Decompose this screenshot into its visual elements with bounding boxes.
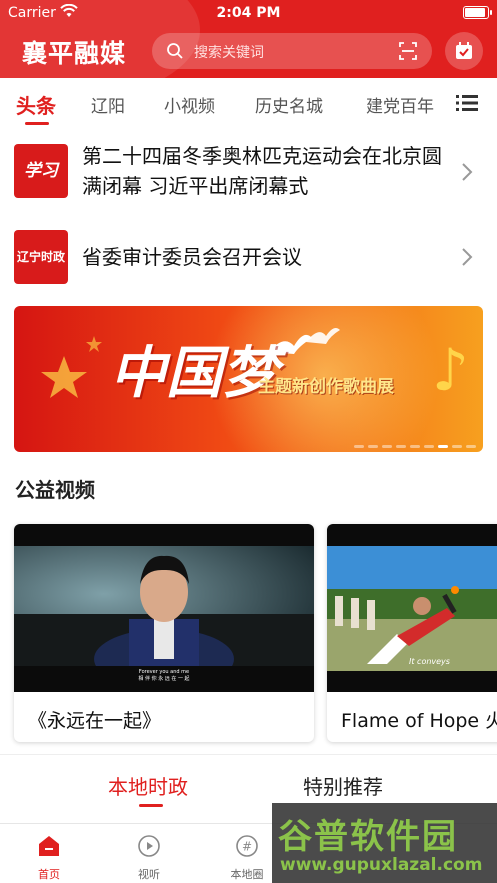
status-time: 2:04 PM: [216, 5, 281, 21]
tab-party-centenary[interactable]: 建党百年: [366, 92, 434, 117]
search-icon: [166, 42, 184, 64]
carousel-dot: [452, 445, 462, 448]
app-screen: Carrier 2:04 PM 襄平融媒 搜索关键词 头条 辽阳 小视频 历史名…: [0, 0, 497, 883]
carousel-dot: [396, 445, 406, 448]
status-bar: Carrier 2:04 PM: [0, 0, 497, 26]
tab-historic-city[interactable]: 历史名城: [255, 92, 323, 117]
music-note-icon: ♪: [432, 336, 470, 404]
flag-star-decoration: [41, 336, 102, 398]
watermark-logo: 谷普软件园 www.gupuxlazal.com: [272, 803, 497, 883]
news-title: 省委审计委员会召开会议: [82, 245, 302, 269]
carousel-dot: [438, 445, 448, 448]
home-icon: [37, 834, 61, 862]
news-item[interactable]: 辽宁时政 省委审计委员会召开会议: [0, 216, 497, 300]
tab-headlines[interactable]: 头条: [16, 90, 56, 119]
news-item[interactable]: 学习 第二十四届冬季奥林匹克运动会在北京圆满闭幕 习近平出席闭幕式: [0, 128, 497, 216]
carousel-dot: [382, 445, 392, 448]
news-title: 第二十四届冬季奥林匹克运动会在北京圆满闭幕 习近平出席闭幕式: [82, 144, 442, 198]
video-caption-line2: 相 伴 你 永 远 在 一 起: [138, 675, 189, 682]
calendar-check-button[interactable]: [445, 32, 483, 70]
video-title: 《永远在一起》: [28, 710, 162, 732]
promo-banner[interactable]: 中国梦 主题新创作歌曲展 ♪: [14, 306, 483, 452]
battery-icon: [463, 6, 492, 19]
carousel-dot: [368, 445, 378, 448]
video-card[interactable]: Forever you and me 相 伴 你 永 远 在 一 起 《永远在一…: [14, 524, 314, 742]
category-tabs: 头条 辽阳 小视频 历史名城 建党百年: [0, 78, 497, 128]
video-caption: It conveys: [409, 657, 450, 666]
scan-icon[interactable]: [398, 41, 418, 65]
chevron-right-icon: [460, 246, 474, 272]
carousel-dot: [410, 445, 420, 448]
active-tab-indicator: [139, 804, 163, 807]
app-logo: 襄平融媒: [22, 39, 127, 68]
banner-title: 中国梦: [110, 340, 278, 406]
tab-short-video[interactable]: 小视频: [164, 92, 215, 117]
section-title: 公益视频: [15, 478, 95, 502]
tabbar-media[interactable]: 视听: [114, 824, 184, 883]
tabbar-label: 首页: [38, 868, 60, 881]
channel-menu-icon[interactable]: [456, 94, 478, 116]
active-tab-indicator: [25, 122, 49, 125]
chevron-right-icon: [460, 161, 474, 187]
video-thumbnail: Forever you and me 相 伴 你 永 远 在 一 起: [14, 524, 314, 692]
news-thumbnail: 辽宁时政: [14, 230, 68, 284]
search-placeholder: 搜索关键词: [194, 45, 264, 61]
watermark-title: 谷普软件园: [278, 817, 458, 857]
play-circle-icon: [137, 834, 161, 862]
video-title: Flame of Hope 火: [341, 710, 497, 732]
carousel-dot: [466, 445, 476, 448]
banner-subtitle: 主题新创作歌曲展: [258, 377, 394, 397]
hashtag-icon: #: [235, 834, 259, 862]
search-bar[interactable]: 搜索关键词: [152, 33, 432, 69]
video-card[interactable]: It conveys Flame of Hope 火: [327, 524, 497, 742]
calendar-check-icon: [456, 42, 472, 59]
tabbar-label: 视听: [138, 868, 160, 881]
news-thumbnail: 学习: [14, 144, 68, 198]
tab-local-politics[interactable]: 本地时政: [108, 771, 188, 800]
carousel-dot: [424, 445, 434, 448]
svg-text:#: #: [242, 840, 252, 854]
app-header: Carrier 2:04 PM 襄平融媒 搜索关键词: [0, 0, 497, 78]
carousel-dot: [354, 445, 364, 448]
video-thumbnail: It conveys: [327, 524, 497, 692]
watermark-url: www.gupuxlazal.com: [280, 855, 483, 875]
tabbar-home[interactable]: 首页: [14, 824, 84, 883]
tab-special-recommend[interactable]: 特别推荐: [303, 771, 383, 800]
tab-liaoyang[interactable]: 辽阳: [91, 92, 125, 117]
video-caption-line1: Forever you and me: [139, 669, 189, 675]
